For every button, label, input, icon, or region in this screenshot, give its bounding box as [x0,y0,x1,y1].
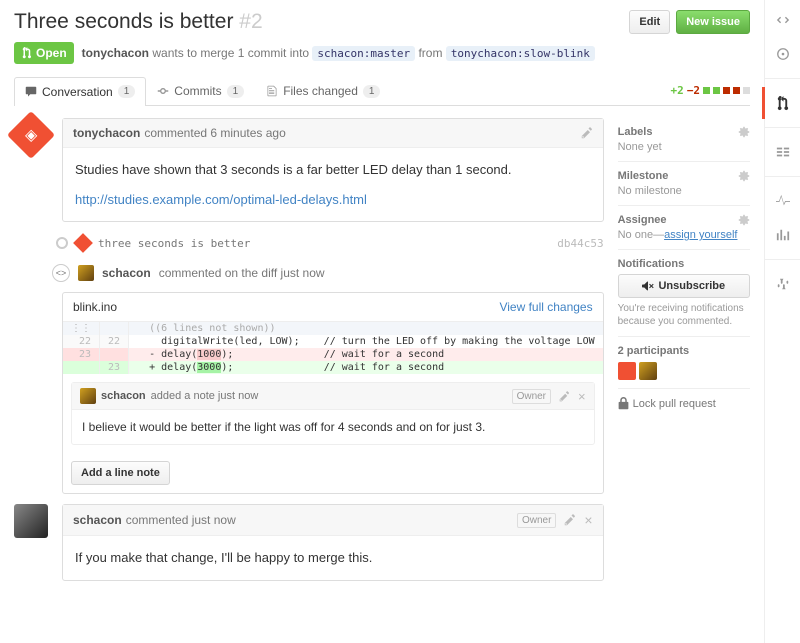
event-author[interactable]: schacon [102,266,151,280]
opening-comment: tonychacon commented 6 minutes ago Studi… [62,118,604,222]
ribbon-wiki[interactable] [773,142,793,162]
pencil-icon[interactable] [581,127,593,139]
commit-sha[interactable]: db44c53 [557,237,603,250]
edit-button[interactable]: Edit [629,10,670,34]
reply-comment: schacon commented just now Owner × If yo… [62,504,604,581]
commit-icon [157,85,169,97]
add-line-note-button[interactable]: Add a line note [71,461,170,485]
participant-avatar[interactable] [618,362,636,380]
milestone-heading: Milestone [618,170,750,182]
mute-icon [642,280,654,292]
close-icon[interactable]: × [578,389,586,404]
owner-badge: Owner [517,513,556,528]
labels-heading: Labels [618,126,750,138]
commit-event: three seconds is better db44c53 [62,232,604,254]
inline-review-note: schacon added a note just now Owner × I … [71,382,595,445]
diff-filename: blink.ino [73,300,117,314]
avatar [78,265,94,281]
head-branch: tonychacon:slow-blink [446,46,595,61]
pencil-icon[interactable] [564,514,576,526]
commit-message[interactable]: three seconds is better [98,237,250,250]
notifications-heading: Notifications [618,258,750,270]
comment-icon [25,86,37,98]
ribbon-settings[interactable] [773,274,793,294]
avatar [80,388,96,404]
pr-meta: Open tonychacon wants to merge 1 commit … [14,42,750,64]
assign-yourself-link[interactable]: assign yourself [664,229,737,241]
gear-icon[interactable] [738,126,750,138]
diff-box: blink.ino View full changes ⋮⋮ ((6 lines… [62,292,604,494]
labels-value: None yet [618,141,750,153]
owner-badge: Owner [512,389,551,404]
gear-icon[interactable] [738,214,750,226]
lock-pr-link[interactable]: Lock pull request [618,389,750,410]
assignee-heading: Assignee [618,214,750,226]
unsubscribe-button[interactable]: Unsubscribe [618,274,750,298]
avatar: ◈ [7,111,55,159]
tab-files[interactable]: Files changed1 [255,76,391,105]
gear-icon[interactable] [738,170,750,182]
tab-conversation[interactable]: Conversation1 [14,77,146,106]
code-icon: <> [52,264,70,282]
comment-author[interactable]: tonychacon [73,126,140,140]
ribbon-issues[interactable] [773,44,793,64]
assignee-value: No one—assign yourself [618,229,750,241]
pr-icon [21,47,32,59]
ribbon-graphs[interactable] [773,225,793,245]
diff-line[interactable]: 23 + delay(3000); // wait for a second [63,361,603,374]
file-icon [266,85,278,97]
issue-title: Three seconds is better #2 [14,10,263,34]
diff-line[interactable]: 23 - delay(1000); // wait for a second [63,348,603,361]
diff-line[interactable]: 2222 digitalWrite(led, LOW); // turn the… [63,335,603,348]
commit-avatar [73,233,93,253]
participants-heading: 2 participants [618,345,750,357]
diff-stat: +2 −2 [671,84,751,97]
view-full-changes-link[interactable]: View full changes [499,300,592,314]
lock-icon [618,397,629,410]
close-icon[interactable]: × [584,512,592,528]
base-branch: schacon:master [312,46,415,61]
state-badge: Open [14,42,74,64]
avatar [14,504,48,538]
pencil-icon[interactable] [559,391,570,402]
tab-commits[interactable]: Commits1 [146,76,255,105]
ribbon-pr[interactable] [773,93,793,113]
comment-author[interactable]: schacon [73,513,122,527]
new-issue-button[interactable]: New issue [676,10,750,34]
ribbon-pulse[interactable] [773,191,793,211]
body-link[interactable]: http://studies.example.com/optimal-led-d… [75,192,367,207]
participant-avatar[interactable] [639,362,657,380]
commit-dot-icon [56,237,68,249]
milestone-value: No milestone [618,185,750,197]
notification-reason: You're receiving notifications because y… [618,302,750,328]
ribbon-code[interactable] [773,10,793,30]
